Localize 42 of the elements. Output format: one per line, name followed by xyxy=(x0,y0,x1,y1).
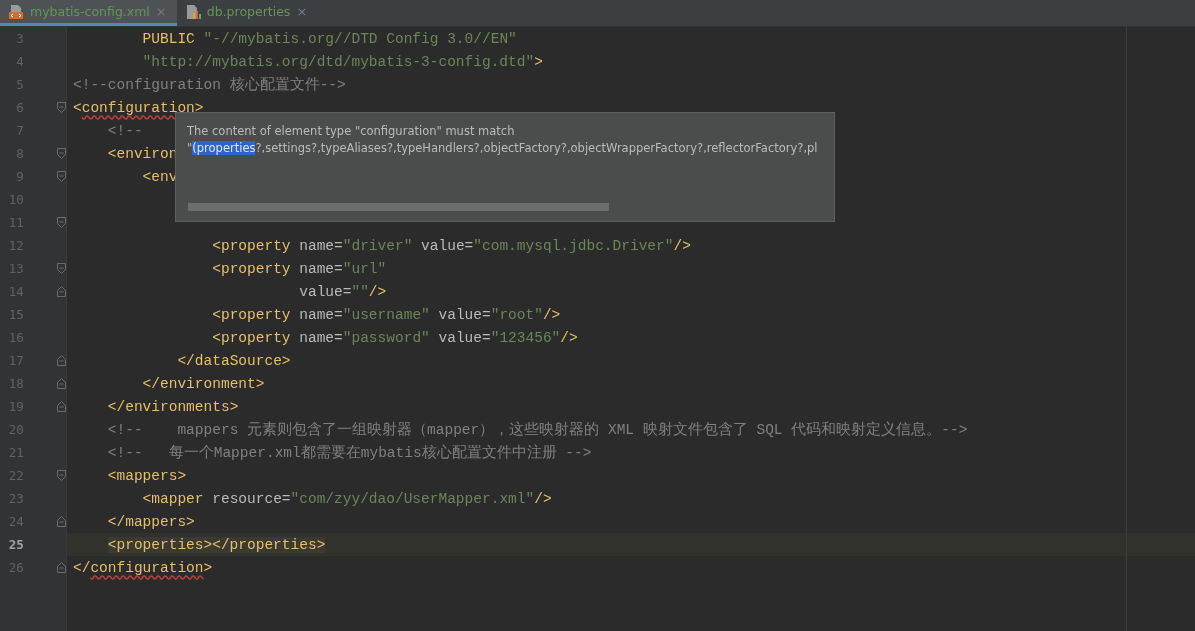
code-line: PUBLIC "-//mybatis.org//DTD Config 3.0//EN" xyxy=(141,29,517,48)
properties-file-icon xyxy=(184,3,201,20)
code-line: </environments> xyxy=(106,397,239,416)
code-line: </mappers> xyxy=(106,512,195,531)
code-line: <property name="username" value="root"/> xyxy=(211,305,561,324)
fold-marker-icon[interactable] xyxy=(56,171,66,182)
code-line: <configuration> xyxy=(73,98,204,117)
fold-marker-icon[interactable] xyxy=(56,148,66,159)
code-line: value=""/> xyxy=(298,282,387,301)
code-line: <property name="driver" value="com.mysql.jdbc.Driver"/> xyxy=(211,236,691,255)
file-tab[interactable]: db.properties × xyxy=(176,0,318,26)
fold-marker-icon[interactable] xyxy=(56,378,66,389)
code-line: <!-- xyxy=(106,121,143,140)
fold-marker-icon[interactable] xyxy=(56,470,66,481)
fold-marker-icon[interactable] xyxy=(56,401,66,412)
code-line: <!-- mappers 元素则包含了一组映射器（mapper），这些映射器的 XML 映射文件包含了 SQL 代码和映射定义信息。--> xyxy=(106,420,968,439)
code-line: "http://mybatis.org/dtd/mybatis-3-config.dtd"> xyxy=(141,52,543,71)
code-line: <property name="url" xyxy=(211,259,387,278)
fold-marker-icon[interactable] xyxy=(56,102,66,113)
fold-marker-icon[interactable] xyxy=(56,562,66,573)
fold-marker-icon[interactable] xyxy=(56,263,66,274)
tooltip-title: The content of element type "configuration" must match xyxy=(187,123,516,140)
code-line: <!-- 每一个Mapper.xml都需要在mybatis核心配置文件中注册 --> xyxy=(106,443,592,462)
fold-marker-icon[interactable] xyxy=(56,217,66,228)
code-line: </dataSource> xyxy=(176,351,291,370)
line-number: 25 xyxy=(7,537,24,552)
fold-marker-icon[interactable] xyxy=(56,355,66,366)
tooltip-detail: "(properties?,settings?,typeAliases?,typeHandlers?,objectFactory?,objectWrapperFactory?,reflectorFactory?,pl xyxy=(187,140,819,157)
code-line: <!--configuration 核心配置文件--> xyxy=(73,75,346,94)
code-line: <mappers> xyxy=(106,466,187,485)
xml-file-icon xyxy=(8,3,24,20)
close-icon[interactable]: × xyxy=(155,4,167,19)
code-line: </configuration> xyxy=(73,558,213,577)
code-line: <environ xyxy=(106,144,178,163)
fold-marker-icon[interactable] xyxy=(56,516,66,527)
scrollbar-thumb[interactable] xyxy=(188,203,609,211)
code-line: </environment> xyxy=(141,374,265,393)
code-line: <property name="password" value="123456"/> xyxy=(211,328,578,347)
close-icon[interactable]: × xyxy=(296,4,308,19)
fold-marker-icon[interactable] xyxy=(56,286,66,297)
code-line: <mapper resource="com/zyy/dao/UserMapper.xml"/> xyxy=(141,489,552,508)
file-tab[interactable]: mybatis-config.xml × xyxy=(0,0,177,26)
